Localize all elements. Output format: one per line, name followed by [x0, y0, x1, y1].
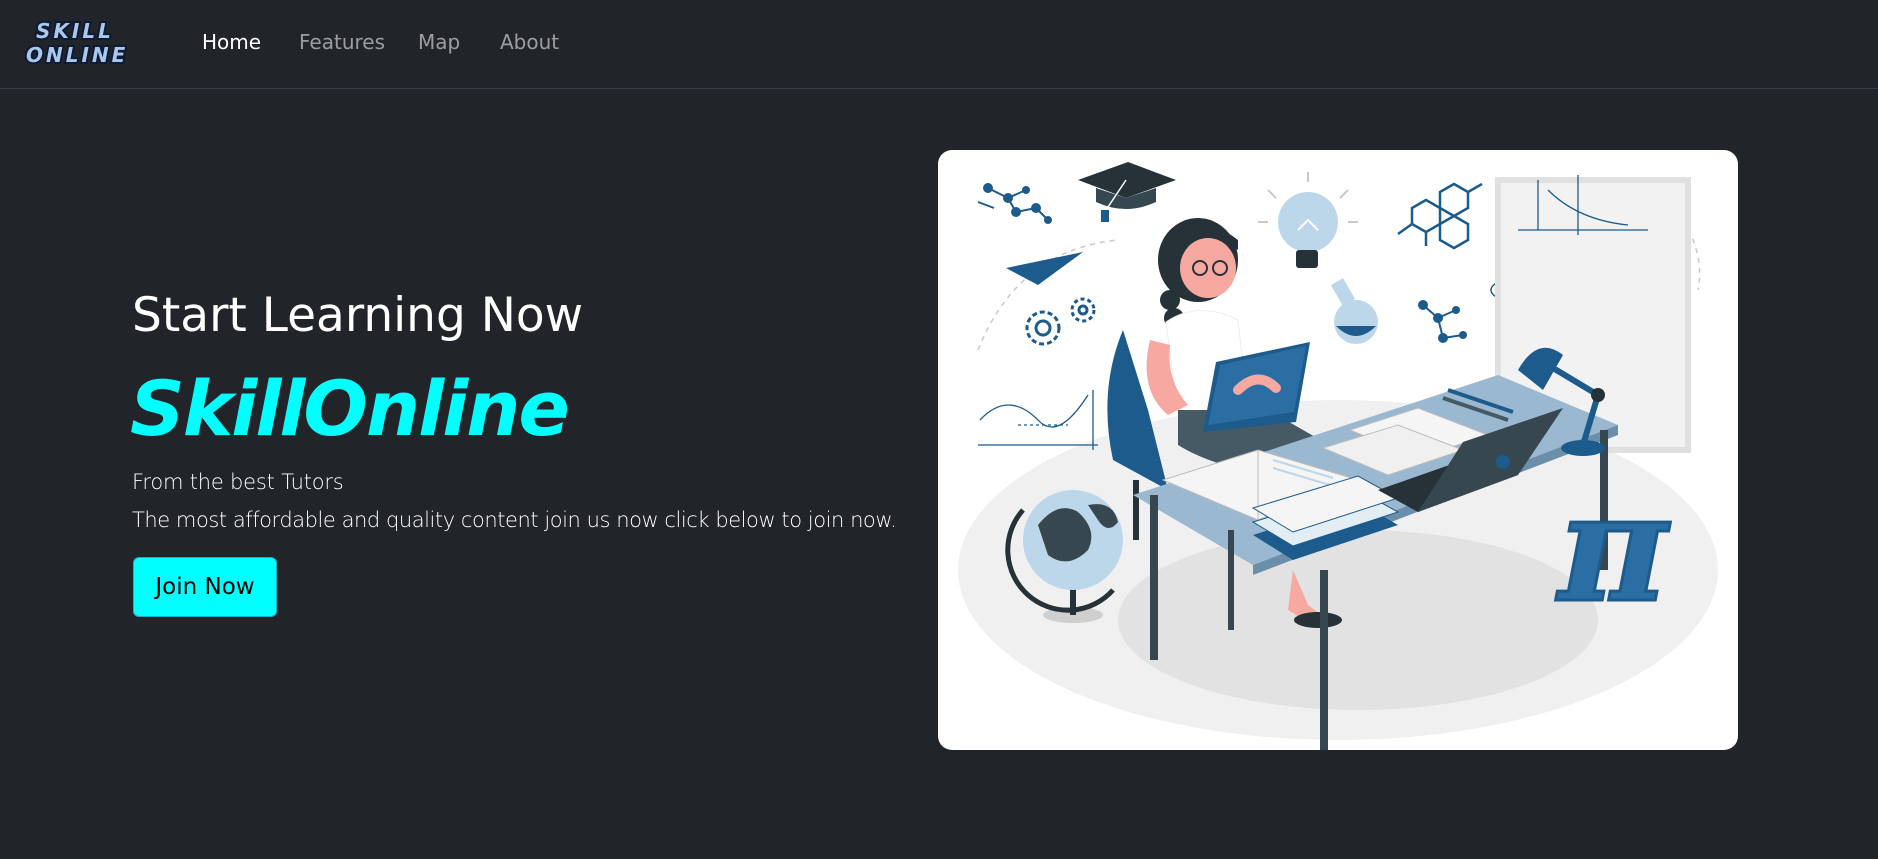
light-bulb-icon — [1258, 172, 1358, 268]
graph-sketch — [978, 390, 1098, 450]
hexagon-molecule-icon — [1397, 182, 1483, 250]
nav-about[interactable]: About — [500, 28, 559, 56]
hero-brand-name: SkillOnline — [130, 364, 570, 453]
hero-illustration: π — [938, 150, 1738, 750]
hero-title: Start Learning Now — [132, 288, 584, 343]
nav-features[interactable]: Features — [299, 28, 385, 56]
join-now-button[interactable]: Join Now — [133, 557, 277, 617]
gear-icon — [1025, 297, 1096, 346]
small-molecule-icon — [1418, 300, 1467, 343]
hero-description: The most affordable and quality content … — [132, 508, 897, 532]
graduation-cap-icon — [1078, 162, 1176, 222]
logo-line2: ONLINE — [26, 43, 128, 66]
svg-text:π: π — [1555, 460, 1671, 636]
hero-tagline: From the best Tutors — [132, 470, 344, 494]
logo-line1: SKILL — [36, 19, 114, 43]
flask-icon — [1330, 278, 1378, 344]
paper-plane-icon — [1006, 252, 1083, 285]
navbar: SKILL ONLINE Home Features Map About — [0, 0, 1878, 89]
nav-map[interactable]: Map — [418, 28, 460, 56]
molecule-icon — [977, 183, 1052, 224]
nav-home[interactable]: Home — [202, 28, 261, 56]
pi-symbol: π — [1554, 459, 1673, 638]
brand-logo[interactable]: SKILL ONLINE — [24, 18, 150, 66]
learning-illustration: π — [958, 162, 1718, 750]
